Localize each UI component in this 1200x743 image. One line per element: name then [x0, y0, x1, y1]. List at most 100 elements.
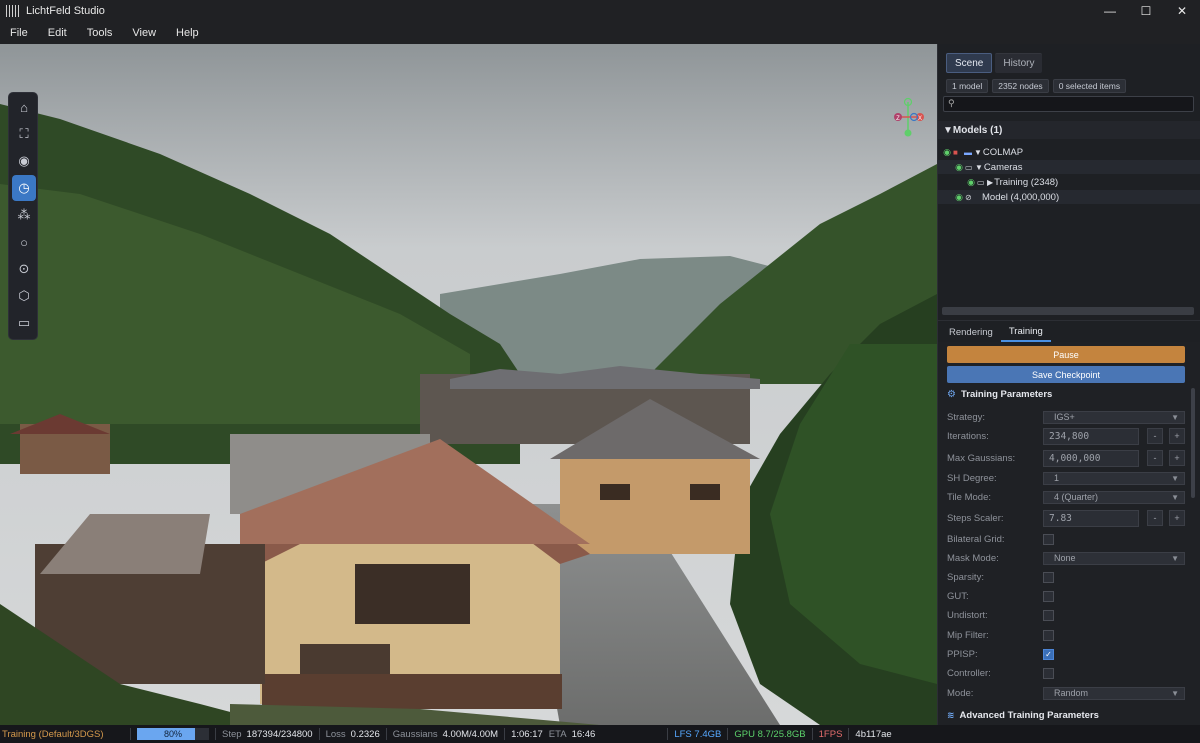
menu-bar: File Edit Tools View Help — [0, 22, 1200, 44]
divider — [215, 728, 216, 740]
close-button[interactable]: ✕ — [1164, 0, 1200, 22]
divider — [504, 728, 506, 740]
bilateral-grid-checkbox[interactable] — [1043, 533, 1054, 545]
advanced-parameters-title: Advanced Training Parameters — [959, 710, 1099, 721]
chevron-down-icon: ▼ — [1171, 473, 1179, 483]
window-title: LichtFeld Studio — [26, 5, 105, 17]
visibility-icon[interactable]: ◉ — [9, 148, 39, 174]
frame-select-icon[interactable]: ⛶ — [9, 121, 39, 147]
search-icon: ⚲ — [948, 98, 955, 108]
eye-icon[interactable]: ◉ — [941, 147, 953, 158]
tab-training[interactable]: Training — [1000, 322, 1051, 342]
max-gaussians-input[interactable]: 4,000,000 — [1043, 449, 1139, 467]
loss-value: 0.2326 — [350, 728, 380, 740]
iterations-input[interactable]: 234,800 — [1043, 427, 1139, 445]
iterations-label: Iterations: — [947, 430, 989, 442]
max-gaussians-decrement-button[interactable]: - — [1147, 450, 1163, 466]
pause-button[interactable]: Pause — [947, 346, 1185, 363]
sh-degree-row: SH Degree: 1 ▼ — [947, 470, 1187, 486]
strategy-dropdown[interactable]: IGS+ ▼ — [1043, 410, 1185, 424]
tree-item-colmap[interactable]: ◉ ■ ▬ ▼ COLMAP — [938, 145, 1200, 159]
divider — [811, 728, 813, 740]
clock-icon[interactable]: ◷ — [12, 175, 36, 201]
tree-item-cameras[interactable]: ◉ ▭ ▼ Cameras — [938, 160, 1200, 174]
iterations-row: Iterations: 234,800 - + — [947, 427, 1187, 445]
camera-icon[interactable]: ▭ — [9, 310, 39, 336]
axis-gizmo[interactable]: Z X — [890, 95, 930, 139]
iterations-decrement-button[interactable]: - — [1147, 428, 1163, 444]
lfs-memory: LFS 7.4GB — [674, 728, 722, 740]
steps-scaler-input[interactable]: 7.83 — [1043, 509, 1139, 527]
sparsity-checkbox[interactable] — [1043, 571, 1054, 583]
steps-scaler-row: Steps Scaler: 7.83 - + — [947, 509, 1187, 527]
advanced-parameters-header[interactable]: ≋ Advanced Training Parameters — [947, 710, 1099, 721]
minimize-button[interactable]: — — [1092, 0, 1128, 22]
gaussians-label: Gaussians — [392, 728, 438, 740]
eta-label: ETA — [548, 728, 567, 740]
circle-select-icon[interactable]: ○ — [9, 229, 39, 255]
trash-icon[interactable]: ■ — [953, 148, 964, 157]
gizmo-z-label: Z — [896, 116, 900, 122]
sh-degree-dropdown[interactable]: 1 ▼ — [1043, 471, 1185, 485]
chevron-down-icon: ▼ — [1171, 412, 1179, 422]
save-checkpoint-button[interactable]: Save Checkpoint — [947, 366, 1185, 383]
tree-horizontal-scrollbar[interactable] — [942, 307, 1194, 315]
menu-view[interactable]: View — [122, 27, 166, 39]
ppisp-row: PPISP: ✓ — [947, 646, 1187, 662]
mode-dropdown[interactable]: Random ▼ — [1043, 686, 1185, 700]
app-logo-icon — [6, 5, 20, 17]
tree-item-model[interactable]: ◉ ⊘ Model (4,000,000) — [938, 190, 1200, 204]
max-gaussians-increment-button[interactable]: + — [1169, 450, 1185, 466]
progress-percent: 80% — [163, 729, 182, 739]
models-header[interactable]: ▼Models (1) — [938, 121, 1200, 139]
eye-icon[interactable]: ◉ — [965, 177, 977, 188]
ppisp-checkbox[interactable]: ✓ — [1043, 648, 1054, 660]
step-label: Step — [222, 728, 242, 740]
tab-scene[interactable]: Scene — [946, 53, 993, 73]
controller-checkbox[interactable] — [1043, 667, 1054, 679]
cube-icon[interactable]: ⬡ — [9, 283, 39, 309]
point-select-icon[interactable]: ⊙ — [9, 256, 39, 282]
viewport-3d[interactable]: ⌂ ⛶ ◉ ◷ ⁂ ○ ⊙ ⬡ ▭ Z X — [0, 44, 937, 725]
maximize-button[interactable]: ☐ — [1128, 0, 1164, 22]
mask-mode-value: None — [1054, 553, 1076, 563]
mode-row: Mode: Random ▼ — [947, 685, 1187, 701]
tile-mode-dropdown[interactable]: 4 (Quarter) ▼ — [1043, 490, 1185, 504]
max-gaussians-label: Max Gaussians: — [947, 452, 1016, 464]
search-input[interactable]: ⚲ — [943, 96, 1194, 112]
training-parameters-header[interactable]: ⚙ Training Parameters — [947, 389, 1052, 400]
tree-item-training[interactable]: ◉ ▭ ▶ Training (2348) — [938, 175, 1200, 189]
strategy-value: IGS+ — [1054, 412, 1075, 422]
menu-tools[interactable]: Tools — [77, 27, 123, 39]
steps-scaler-decrement-button[interactable]: - — [1147, 510, 1163, 526]
sparsity-label: Sparsity: — [947, 571, 984, 583]
gear-icon: ⚙ — [947, 389, 956, 400]
eye-icon[interactable]: ◉ — [953, 162, 965, 173]
mip-filter-checkbox[interactable] — [1043, 629, 1054, 641]
divider — [848, 728, 850, 740]
gut-checkbox[interactable] — [1043, 590, 1054, 602]
tab-rendering[interactable]: Rendering — [941, 322, 1001, 342]
mask-mode-dropdown[interactable]: None ▼ — [1043, 551, 1185, 565]
undistort-checkbox[interactable] — [1043, 609, 1054, 621]
iterations-increment-button[interactable]: + — [1169, 428, 1185, 444]
training-progress-bar: 80% — [137, 728, 209, 740]
expand-icon[interactable]: ▶ — [987, 178, 993, 187]
settings-scrollbar[interactable] — [1191, 388, 1195, 498]
tab-history[interactable]: History — [995, 53, 1043, 73]
camera-icon: ▭ — [977, 177, 985, 187]
menu-help[interactable]: Help — [166, 27, 209, 39]
expand-icon[interactable]: ▼ — [975, 163, 983, 172]
model-icon: ⊘ — [965, 192, 972, 202]
undistort-label: Undistort: — [947, 609, 988, 621]
steps-scaler-increment-button[interactable]: + — [1169, 510, 1185, 526]
gaussians-value: 4.00M/4.00M — [442, 728, 499, 740]
nodes-icon[interactable]: ⁂ — [9, 202, 39, 228]
expand-icon[interactable]: ▼ — [974, 148, 982, 157]
menu-file[interactable]: File — [0, 27, 38, 39]
menu-edit[interactable]: Edit — [38, 27, 77, 39]
bilateral-grid-row: Bilateral Grid: — [947, 531, 1187, 547]
mip-filter-row: Mip Filter: — [947, 627, 1187, 643]
eye-icon[interactable]: ◉ — [953, 192, 965, 203]
home-icon[interactable]: ⌂ — [9, 94, 39, 120]
